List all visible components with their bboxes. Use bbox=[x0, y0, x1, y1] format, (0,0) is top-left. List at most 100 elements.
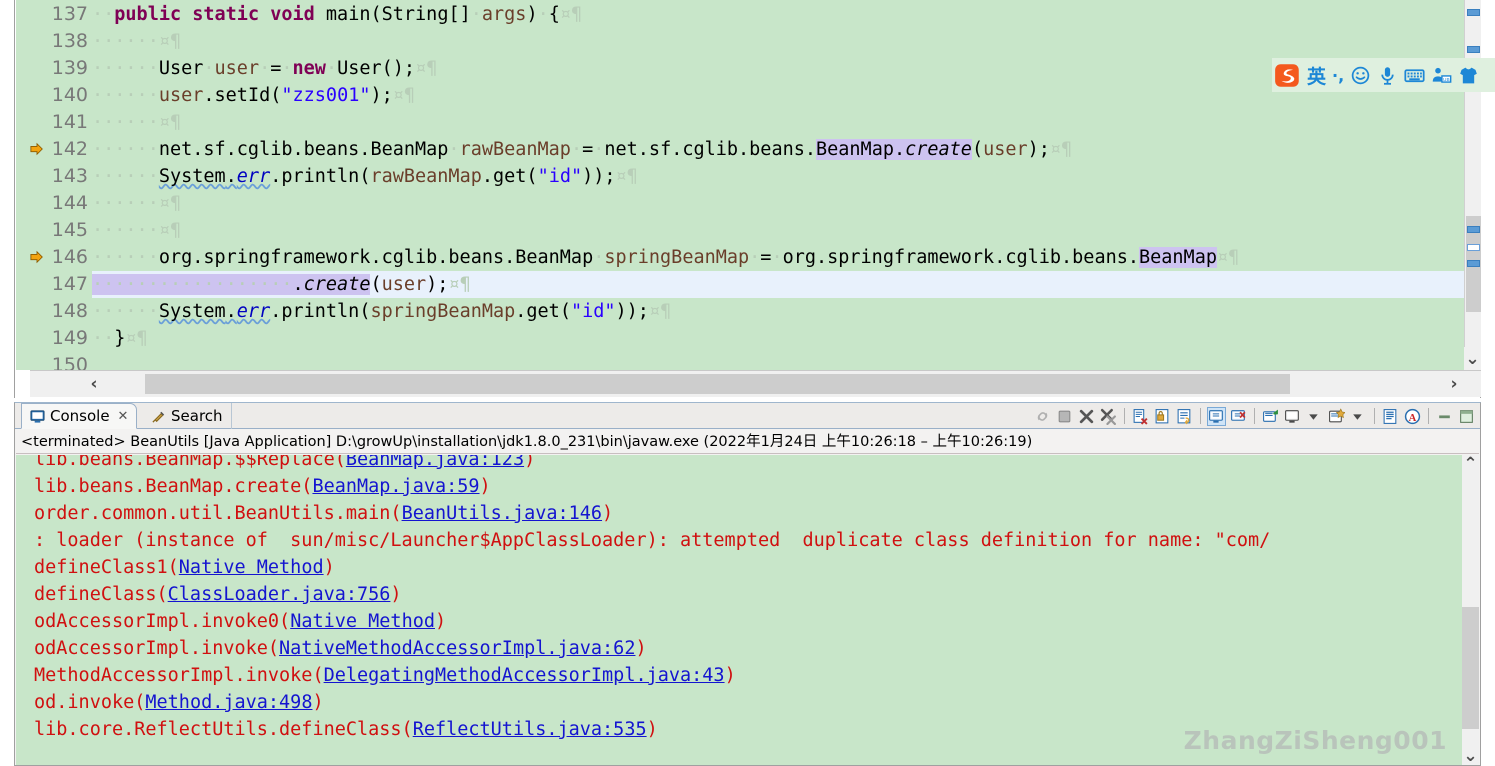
stack-trace-link[interactable]: ReflectUtils.java:535 bbox=[413, 719, 647, 740]
close-icon[interactable]: ✕ bbox=[118, 409, 129, 424]
console-vertical-scrollbar[interactable]: ⌃ ⌄ bbox=[1462, 455, 1479, 765]
maximize-button[interactable] bbox=[1457, 407, 1476, 426]
pin-console-button[interactable] bbox=[1261, 407, 1280, 426]
code-line[interactable]: ······org.springframework.cglib.beans.Be… bbox=[92, 244, 1465, 271]
console-text-span: ) bbox=[312, 692, 323, 713]
scroll-right-button[interactable]: › bbox=[1440, 371, 1468, 397]
open-console-button[interactable] bbox=[1327, 407, 1346, 426]
overview-marker[interactable] bbox=[1467, 46, 1480, 53]
code-token: ······ bbox=[92, 31, 159, 52]
stack-trace-link[interactable]: ClassLoader.java:756 bbox=[168, 584, 391, 605]
code-line[interactable]: ······¤¶ bbox=[92, 28, 1465, 55]
word-wrap-button[interactable] bbox=[1175, 407, 1194, 426]
code-token: ¤¶ bbox=[159, 220, 181, 241]
sogou-logo-icon[interactable] bbox=[1274, 62, 1301, 89]
console-output-line: od.invoke(Method.java:498) bbox=[34, 689, 1474, 716]
voice-input-icon[interactable] bbox=[1377, 65, 1398, 86]
console-scroll-down-button[interactable]: ⌄ bbox=[1462, 747, 1479, 765]
console-scroll-up-button[interactable]: ⌃ bbox=[1462, 455, 1479, 473]
display-selected-console-dropdown[interactable] bbox=[1305, 407, 1324, 426]
code-token: ······ bbox=[92, 247, 159, 268]
code-line[interactable]: ······¤¶ bbox=[92, 217, 1465, 244]
code-token: ¤¶ bbox=[1050, 139, 1072, 160]
code-line[interactable]: ······¤¶ bbox=[92, 190, 1465, 217]
svg-text:A: A bbox=[1409, 412, 1417, 423]
stack-trace-link[interactable]: Native Method bbox=[179, 557, 324, 578]
toolbar-separator bbox=[1200, 408, 1201, 424]
code-token: [] bbox=[448, 4, 470, 25]
code-token: user bbox=[159, 85, 204, 106]
overview-marker[interactable] bbox=[1467, 260, 1480, 267]
code-line[interactable]: ······user.setId("zzs001");¤¶ bbox=[92, 82, 1465, 109]
code-token: err bbox=[237, 301, 270, 322]
code-line[interactable] bbox=[92, 352, 1465, 370]
open-console-dropdown[interactable] bbox=[1349, 407, 1368, 426]
horizontal-scroll-thumb[interactable] bbox=[145, 374, 1290, 394]
tab-console[interactable]: Console✕ bbox=[21, 403, 137, 429]
editor-scroll-down-button[interactable]: ⌄ bbox=[1464, 347, 1481, 370]
code-token: rawBeanMap bbox=[460, 139, 571, 160]
remove-launch-button[interactable] bbox=[1077, 407, 1096, 426]
scroll-left-button[interactable]: ‹ bbox=[80, 371, 108, 397]
console-output-area[interactable]: lib.beans.BeanMap.$$Replace(BeanMap.java… bbox=[16, 455, 1479, 765]
chevron-down-icon: ⌄ bbox=[1465, 349, 1479, 369]
punctuation-icon[interactable]: ·, bbox=[1332, 66, 1344, 85]
code-token: ¤¶ bbox=[560, 4, 582, 25]
toolbox-icon[interactable]: UB bbox=[1431, 65, 1452, 86]
clear-console-button[interactable] bbox=[1131, 407, 1150, 426]
code-token: ¤¶ bbox=[159, 193, 181, 214]
code-token: void bbox=[270, 4, 315, 25]
code-line[interactable]: ··public static void main(String[]·args)… bbox=[92, 1, 1465, 28]
terminate-button bbox=[1055, 407, 1074, 426]
stack-trace-link[interactable]: Native Method bbox=[290, 611, 435, 632]
breakpoint-arrow-icon[interactable] bbox=[30, 250, 44, 264]
stack-trace-link[interactable]: BeanUtils.java:146 bbox=[402, 503, 602, 524]
code-line[interactable]: ······¤¶ bbox=[92, 109, 1465, 136]
console-output-line: odAccessorImpl.invoke(NativeMethodAccess… bbox=[34, 635, 1474, 662]
stack-trace-link[interactable]: DelegatingMethodAccessorImpl.java:43 bbox=[324, 665, 725, 686]
minimize-button[interactable] bbox=[1435, 407, 1454, 426]
overview-marker[interactable] bbox=[1467, 244, 1480, 251]
stack-trace-link[interactable]: BeanMap.java:123 bbox=[346, 455, 524, 470]
skin-icon[interactable] bbox=[1458, 65, 1479, 86]
code-token: · bbox=[471, 4, 482, 25]
code-line[interactable]: ··················.create(user);¤¶ bbox=[92, 271, 1465, 298]
show-console-on-output-button[interactable] bbox=[1207, 407, 1226, 426]
console-output-line: lib.beans.BeanMap.$$Replace(BeanMap.java… bbox=[34, 455, 1474, 473]
editor-horizontal-scrollbar[interactable]: ‹ › bbox=[30, 370, 1481, 397]
sogou-ime-toolbar[interactable]: 英 ·, UB bbox=[1272, 58, 1495, 92]
editor-text-viewport[interactable]: 1371381391401411421431441451461471481491… bbox=[16, 0, 1465, 370]
launch-config-header: <terminated> BeanUtils [Java Application… bbox=[16, 430, 1479, 454]
code-line[interactable]: ··}¤¶ bbox=[92, 325, 1465, 352]
code-line[interactable]: ······System.err.println(springBeanMap.g… bbox=[92, 298, 1465, 325]
emoji-icon[interactable] bbox=[1350, 65, 1371, 86]
breakpoint-arrow-icon[interactable] bbox=[30, 142, 44, 156]
soft-keyboard-icon[interactable] bbox=[1404, 65, 1425, 86]
console-scroll-thumb[interactable] bbox=[1462, 607, 1479, 729]
code-token: ¤¶ bbox=[125, 328, 147, 349]
toolbar-separator bbox=[1254, 408, 1255, 424]
stack-trace-link[interactable]: Method.java:498 bbox=[145, 692, 312, 713]
show-ansi-button[interactable]: A bbox=[1403, 407, 1422, 426]
remove-all-terminated-button[interactable] bbox=[1099, 407, 1118, 426]
code-line[interactable]: ······System.err.println(rawBeanMap.get(… bbox=[92, 163, 1465, 190]
display-selected-console-button[interactable] bbox=[1283, 407, 1302, 426]
show-console-on-error-button[interactable] bbox=[1229, 407, 1248, 426]
code-line[interactable]: ······net.sf.cglib.beans.BeanMap·rawBean… bbox=[92, 136, 1465, 163]
overview-ruler[interactable] bbox=[1464, 0, 1481, 370]
stack-trace-link[interactable]: NativeMethodAccessorImpl.java:62 bbox=[279, 638, 635, 659]
overview-marker[interactable] bbox=[1467, 9, 1480, 16]
lock-scroll-button[interactable] bbox=[1153, 407, 1172, 426]
console-text-span: defineClass( bbox=[34, 584, 168, 605]
tab-label: Search bbox=[171, 407, 223, 425]
stack-trace-link[interactable]: BeanMap.java:59 bbox=[312, 476, 479, 497]
input-mode-icon[interactable]: 英 bbox=[1307, 62, 1326, 89]
scroll-lock-button[interactable] bbox=[1381, 407, 1400, 426]
code-area[interactable]: ··public static void main(String[]·args)… bbox=[92, 0, 1465, 370]
code-token: create bbox=[905, 139, 972, 160]
code-token: = bbox=[760, 247, 771, 268]
overview-marker[interactable] bbox=[1467, 226, 1480, 233]
tab-search[interactable]: Search bbox=[143, 403, 232, 429]
code-line[interactable]: ······User·user·=·new·User();¤¶ bbox=[92, 55, 1465, 82]
console-text-span: ) bbox=[725, 665, 736, 686]
